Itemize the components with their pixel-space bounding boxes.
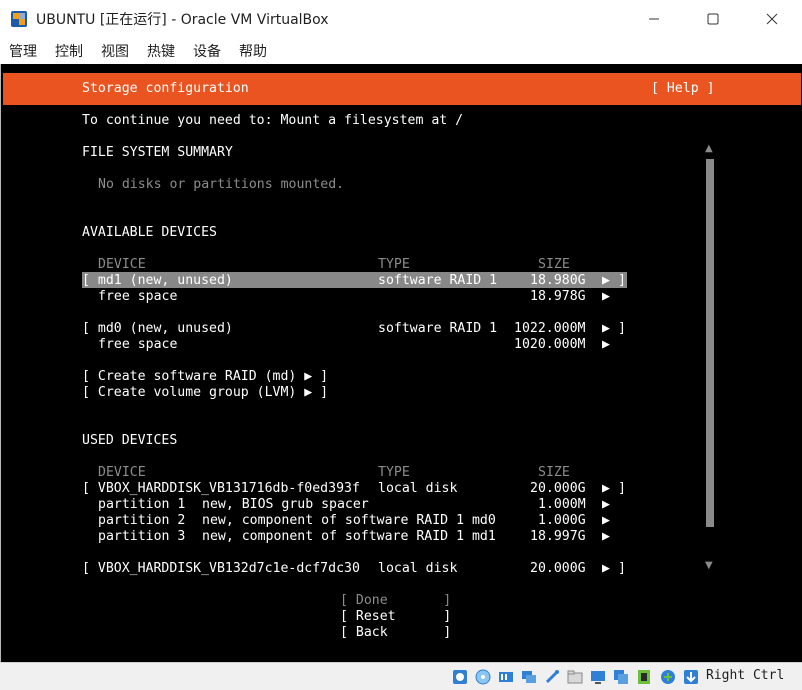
partition-1-size: 1.000M [538, 497, 586, 512]
partition-1-arrow[interactable]: ▶ [602, 497, 610, 513]
menu-bar: 管理 控制 视图 热键 设备 帮助 [0, 38, 802, 64]
partition-1-desc: new, BIOS grub spacer [202, 497, 369, 512]
partition-3-desc: new, component of software RAID 1 md1 [202, 529, 496, 544]
maximize-icon [707, 13, 719, 25]
device-name-md0[interactable]: [ md0 (new, unused) [82, 321, 233, 337]
audio-icon[interactable] [497, 668, 515, 686]
device-close-md0: ] [618, 321, 626, 336]
scroll-up-arrow-icon[interactable]: ▲ [705, 143, 713, 154]
col-size-header: SIZE [538, 257, 570, 272]
device-size-md1: 18.980G [530, 273, 586, 288]
create-raid-button[interactable]: [ Create software RAID (md) ▶ ] [82, 369, 328, 385]
shared-folder-icon[interactable] [566, 668, 584, 686]
reset-button[interactable]: [ Reset ] [340, 609, 451, 625]
virtualbox-icon [11, 11, 27, 27]
partition-2-desc: new, component of software RAID 1 md0 [202, 513, 496, 528]
instruction-text: To continue you need to: Mount a filesys… [82, 113, 464, 128]
free-space-arrow-md1[interactable]: ▶ [602, 289, 610, 305]
vm-display[interactable]: Storage configuration [ Help ] To contin… [0, 64, 802, 662]
free-space-label-md0[interactable]: free space [98, 337, 177, 353]
disk-type-vb131716db: local disk [378, 481, 458, 496]
menu-item-help[interactable]: 帮助 [239, 41, 267, 61]
free-space-size-md0: 1020.000M [514, 337, 586, 352]
back-button[interactable]: [ Back ] [340, 625, 451, 641]
installer-header: Storage configuration [ Help ] [3, 73, 801, 105]
col-device-header: DEVICE [98, 257, 146, 272]
create-lvm-button[interactable]: [ Create volume group (LVM) ▶ ] [82, 385, 328, 401]
video-capture-icon[interactable] [612, 668, 630, 686]
partition-2-arrow[interactable]: ▶ [602, 513, 610, 529]
partition-1-name[interactable]: partition 1 [98, 497, 185, 513]
mouse-integration-icon[interactable] [659, 668, 677, 686]
window-title: UBUNTU [正在运行] - Oracle VM VirtualBox [36, 12, 329, 28]
scrollbar-thumb[interactable] [706, 159, 714, 527]
network-icon[interactable] [520, 668, 538, 686]
disk-name-vb131716db[interactable]: [ VBOX_HARDDISK_VB131716db-f0ed393f [82, 481, 360, 497]
free-space-label-md1[interactable]: free space [98, 289, 177, 305]
close-button[interactable] [742, 0, 802, 38]
partition-2-name[interactable]: partition 2 [98, 513, 185, 529]
device-name-md1[interactable]: [ md1 (new, unused) [82, 273, 233, 289]
keyboard-capture-icon[interactable] [682, 668, 700, 686]
done-button[interactable]: [ Done ] [340, 593, 451, 609]
page-title: Storage configuration [82, 81, 249, 96]
menu-item-view[interactable]: 视图 [101, 41, 129, 61]
free-space-arrow-md0[interactable]: ▶ [602, 337, 610, 353]
cpu-icon[interactable] [635, 668, 653, 686]
optical-disk-icon[interactable] [474, 668, 492, 686]
device-size-md0: 1022.000M [514, 321, 586, 336]
help-button[interactable]: [ Help ] [651, 81, 715, 97]
device-menu-arrow-md0[interactable]: ▶ [602, 321, 610, 337]
menu-item-hotkeys[interactable]: 热键 [147, 41, 175, 61]
maximize-button[interactable] [683, 0, 743, 38]
menu-item-manage[interactable]: 管理 [9, 41, 37, 61]
menu-item-control[interactable]: 控制 [55, 41, 83, 61]
available-devices-heading: AVAILABLE DEVICES [82, 225, 217, 240]
used-col-device-header: DEVICE [98, 465, 146, 480]
fs-summary-heading: FILE SYSTEM SUMMARY [82, 145, 233, 160]
minimize-button[interactable] [624, 0, 684, 38]
used-col-size-header: SIZE [538, 465, 570, 480]
usb-icon[interactable] [543, 668, 561, 686]
vm-statusbar: Right Ctrl [0, 662, 802, 690]
menu-item-devices[interactable]: 设备 [193, 41, 221, 61]
disk-size-vb132d7c1e: 20.000G [530, 561, 586, 576]
disk-close-vb132d7c1e: ] [618, 561, 626, 576]
col-type-header: TYPE [378, 257, 410, 272]
free-space-size-md1: 18.978G [530, 289, 586, 304]
used-devices-heading: USED DEVICES [82, 433, 178, 448]
close-icon [766, 13, 778, 25]
display-icon[interactable] [589, 668, 607, 686]
disk-menu-arrow-vb131716db[interactable]: ▶ [602, 481, 610, 497]
disk-name-vb132d7c1e[interactable]: [ VBOX_HARDDISK_VB132d7c1e-dcf7dc30 [82, 561, 360, 577]
partition-2-size: 1.000G [538, 513, 586, 528]
device-menu-arrow-md1[interactable]: ▶ [602, 273, 610, 289]
fs-summary-empty: No disks or partitions mounted. [98, 177, 345, 192]
device-type-md1: software RAID 1 [378, 273, 498, 288]
host-key-label: Right Ctrl [706, 668, 785, 683]
disk-type-vb132d7c1e: local disk [378, 561, 458, 576]
partition-3-size: 18.997G [530, 529, 586, 544]
window-titlebar: UBUNTU [正在运行] - Oracle VM VirtualBox [0, 0, 802, 38]
used-col-type-header: TYPE [378, 465, 410, 480]
partition-3-arrow[interactable]: ▶ [602, 529, 610, 545]
hard-disk-icon[interactable] [451, 668, 469, 686]
minimize-icon [649, 18, 659, 20]
scroll-down-arrow-icon[interactable]: ▼ [705, 560, 713, 571]
device-type-md0: software RAID 1 [378, 321, 498, 336]
disk-close-vb131716db: ] [618, 481, 626, 496]
disk-size-vb131716db: 20.000G [530, 481, 586, 496]
disk-menu-arrow-vb132d7c1e[interactable]: ▶ [602, 561, 610, 577]
partition-3-name[interactable]: partition 3 [98, 529, 185, 545]
device-close-md1: ] [618, 273, 626, 288]
